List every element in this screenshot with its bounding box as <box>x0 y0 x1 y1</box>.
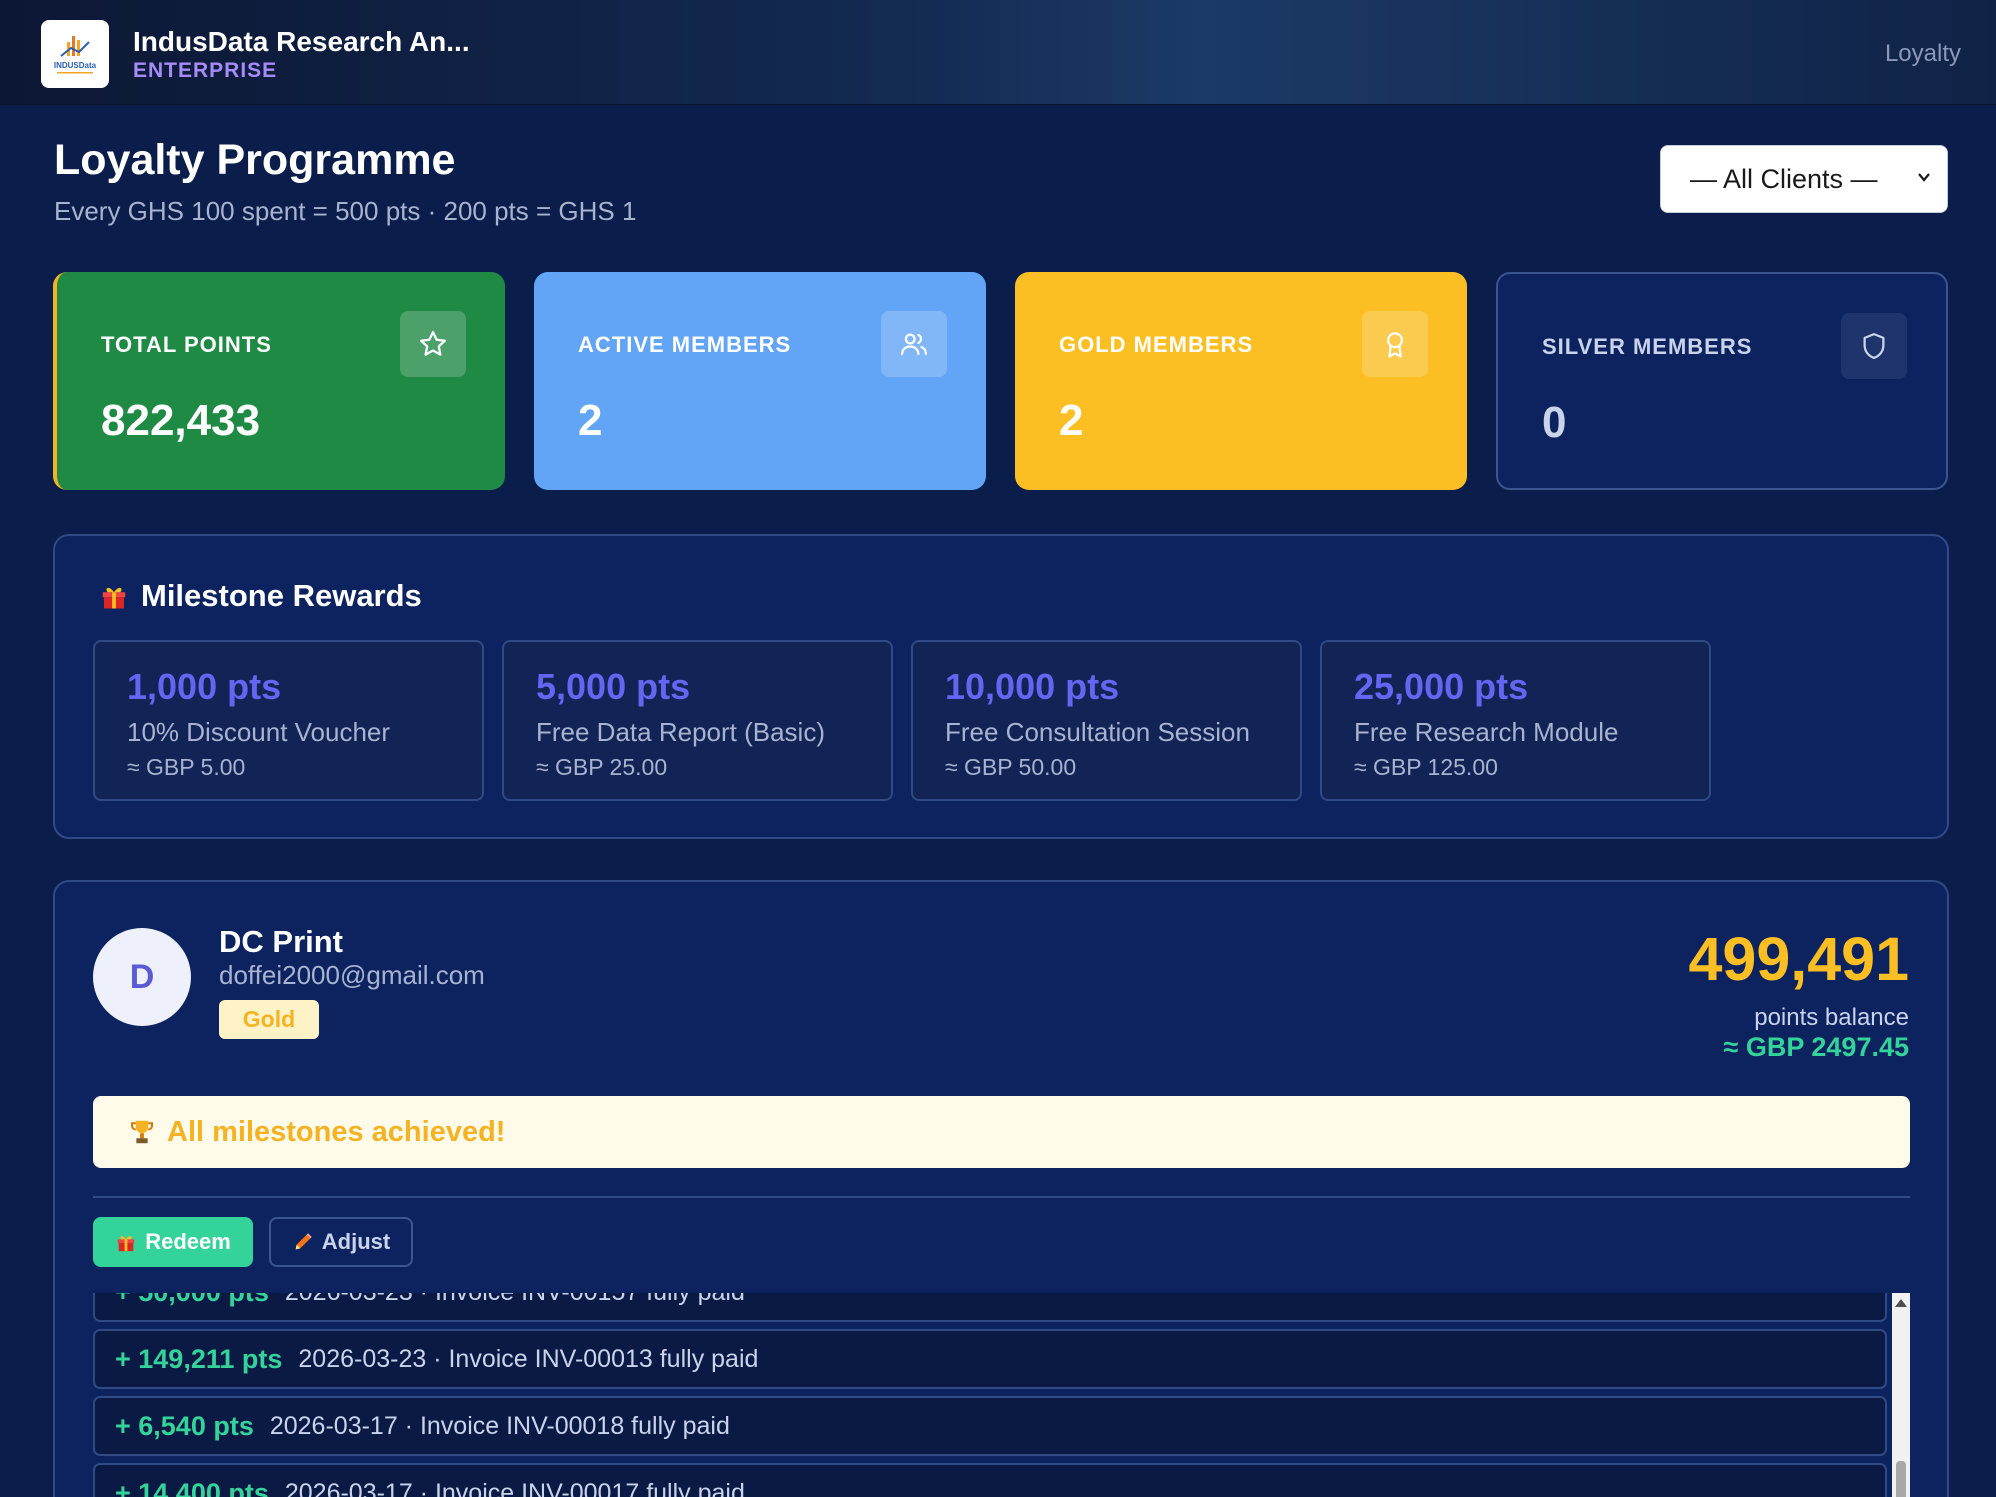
ledger-row: + 149,211 pts 2026-03-23 · Invoice INV-0… <box>93 1329 1887 1389</box>
ledger-scrollbar[interactable] <box>1892 1293 1910 1497</box>
stat-card-gold-members: GOLD MEMBERS 2 <box>1015 272 1467 490</box>
ledger-description: 2026-03-23 · Invoice INV-00157 fully pai… <box>285 1293 745 1307</box>
brand-title: IndusData Research An... <box>133 26 470 57</box>
company-logo[interactable]: INDUSData <box>41 20 109 88</box>
stat-label: SILVER MEMBERS <box>1542 334 1753 359</box>
milestone-value: ≈ GBP 5.00 <box>127 754 246 780</box>
milestone-card: 1,000 pts 10% Discount Voucher ≈ GBP 5.0… <box>93 640 484 801</box>
points-ledger[interactable]: + 50,000 pts 2026-03-23 · Invoice INV-00… <box>93 1293 1910 1497</box>
ledger-description: 2026-03-23 · Invoice INV-00013 fully pai… <box>298 1344 759 1373</box>
shield-icon <box>1841 313 1907 379</box>
avatar: D <box>93 928 191 1026</box>
ledger-row: + 14,400 pts 2026-03-17 · Invoice INV-00… <box>93 1463 1887 1497</box>
client-select-value: — All Clients — <box>1690 163 1878 194</box>
milestone-points: 10,000 pts <box>945 666 1120 707</box>
adjust-button[interactable]: Adjust <box>269 1217 413 1267</box>
top-bar: INDUSData IndusData Research An... ENTER… <box>0 0 1996 105</box>
milestone-value: ≈ GBP 25.00 <box>536 754 668 780</box>
achieved-text: All milestones achieved! <box>167 1115 506 1148</box>
ledger-points: + 14,400 pts <box>115 1477 269 1497</box>
member-email: doffei2000@gmail.com <box>219 960 485 990</box>
milestone-rewards-panel: Milestone Rewards 1,000 pts 10% Discount… <box>53 534 1949 839</box>
stat-value: 0 <box>1542 398 1567 447</box>
ledger-description: 2026-03-17 · Invoice INV-00018 fully pai… <box>269 1411 730 1440</box>
milestone-points: 1,000 pts <box>127 666 282 707</box>
ledger-description: 2026-03-17 · Invoice INV-00017 fully pai… <box>284 1478 745 1497</box>
milestone-heading: Milestone Rewards <box>99 578 422 614</box>
stat-label: TOTAL POINTS <box>101 332 272 357</box>
svg-text:INDUSData: INDUSData <box>54 61 97 70</box>
chevron-down-icon <box>1918 173 1930 182</box>
divider <box>93 1196 1910 1198</box>
milestone-points: 25,000 pts <box>1354 666 1529 707</box>
milestone-points: 5,000 pts <box>536 666 691 707</box>
milestone-reward: Free Research Module <box>1354 717 1619 747</box>
member-panel: D DC Print doffei2000@gmail.com Gold 499… <box>53 880 1949 1497</box>
milestone-card: 10,000 pts Free Consultation Session ≈ G… <box>911 640 1302 801</box>
stat-card-active-members: ACTIVE MEMBERS 2 <box>534 272 986 490</box>
logo-chart-icon: INDUSData <box>54 36 97 74</box>
scrollbar-thumb[interactable] <box>1896 1461 1906 1497</box>
milestones-achieved-banner: All milestones achieved! <box>93 1096 1910 1168</box>
ledger-points: + 50,000 pts <box>115 1293 269 1308</box>
client-select[interactable]: — All Clients — <box>1660 145 1948 213</box>
milestone-reward: Free Consultation Session <box>945 717 1250 747</box>
stat-value: 2 <box>1059 396 1084 445</box>
milestone-card: 25,000 pts Free Research Module ≈ GBP 12… <box>1320 640 1711 801</box>
brand-edition: ENTERPRISE <box>133 59 278 82</box>
page-title: Loyalty Programme <box>54 136 456 184</box>
stat-card-silver-members: SILVER MEMBERS 0 <box>1496 272 1948 490</box>
stat-card-total-points: TOTAL POINTS 822,433 <box>53 272 505 490</box>
stat-value: 822,433 <box>101 396 261 445</box>
tier-badge: Gold <box>219 1000 319 1039</box>
gift-icon <box>117 1236 135 1252</box>
page-subtitle: Every GHS 100 spent = 500 pts · 200 pts … <box>54 196 637 226</box>
redeem-button-label: Redeem <box>145 1229 231 1254</box>
member-name: DC Print <box>219 924 343 959</box>
milestone-heading-text: Milestone Rewards <box>141 578 422 613</box>
users-icon <box>881 311 947 377</box>
redeem-button[interactable]: Redeem <box>93 1217 253 1267</box>
points-balance: 499,491 <box>1688 925 1910 993</box>
stat-label: GOLD MEMBERS <box>1059 332 1254 357</box>
stat-value: 2 <box>578 396 603 445</box>
gift-icon <box>102 587 126 609</box>
adjust-button-label: Adjust <box>321 1229 391 1254</box>
pencil-icon <box>295 1233 312 1250</box>
ledger-list: + 50,000 pts 2026-03-23 · Invoice INV-00… <box>93 1293 1887 1497</box>
milestone-value: ≈ GBP 125.00 <box>1354 754 1498 780</box>
trophy-icon <box>131 1120 153 1144</box>
ledger-row: + 50,000 pts 2026-03-23 · Invoice INV-00… <box>93 1293 1887 1322</box>
milestone-value: ≈ GBP 50.00 <box>945 754 1077 780</box>
milestone-reward: 10% Discount Voucher <box>127 717 391 747</box>
star-icon <box>400 311 466 377</box>
stat-label: ACTIVE MEMBERS <box>578 332 792 357</box>
milestone-reward: Free Data Report (Basic) <box>536 717 825 747</box>
scroll-up-arrow-icon[interactable] <box>1895 1299 1907 1307</box>
points-balance-label: points balance <box>1754 1004 1909 1031</box>
nav-loyalty-link[interactable]: Loyalty <box>1885 40 1961 68</box>
ledger-points: + 6,540 pts <box>115 1410 254 1441</box>
award-icon <box>1362 311 1428 377</box>
ledger-row: + 6,540 pts 2026-03-17 · Invoice INV-000… <box>93 1396 1887 1456</box>
milestone-card: 5,000 pts Free Data Report (Basic) ≈ GBP… <box>502 640 893 801</box>
ledger-points: + 149,211 pts <box>115 1343 283 1374</box>
balance-gbp-value: ≈ GBP 2497.45 <box>1723 1032 1909 1062</box>
